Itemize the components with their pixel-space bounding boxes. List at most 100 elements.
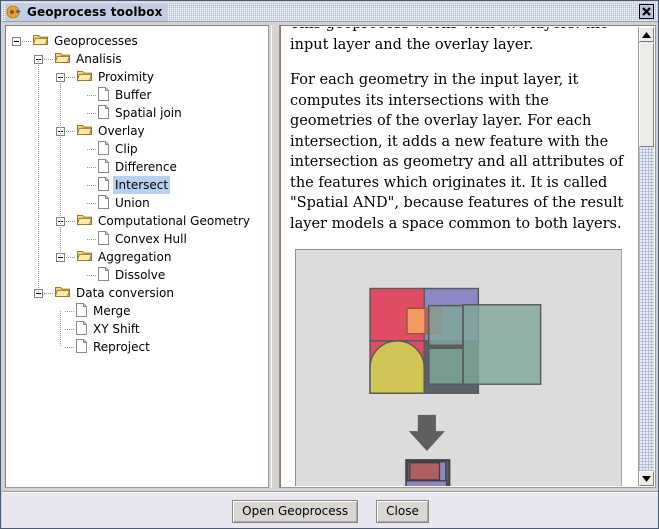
- folder-icon: [76, 213, 93, 229]
- tree-node-clip[interactable]: Clip: [6, 140, 268, 158]
- tree-node-label: Aggregation: [98, 250, 172, 264]
- tree-expand-toggle[interactable]: [12, 36, 21, 46]
- tree-node-label: Buffer: [115, 88, 152, 102]
- tree-node-difference[interactable]: Difference: [6, 158, 268, 176]
- tree-node-label: Dissolve: [115, 268, 166, 282]
- panel-splitter[interactable]: [271, 25, 280, 488]
- close-icon: [641, 6, 652, 17]
- result-red: [409, 462, 441, 481]
- document-icon: [98, 104, 109, 122]
- tree-guide-line: [65, 328, 75, 330]
- window-titlebar[interactable]: Geoprocess toolbox: [2, 2, 658, 22]
- yellow-quadrant: [369, 340, 425, 394]
- close-button[interactable]: Close: [376, 499, 429, 523]
- folder-icon: [54, 51, 71, 67]
- tree-guide-line: [66, 130, 76, 132]
- tree-guide-line: [60, 311, 61, 347]
- tree-node-convex-hull[interactable]: Convex Hull: [6, 230, 268, 248]
- tree-node-intersect[interactable]: Intersect: [6, 176, 268, 194]
- tree-guide-line: [65, 310, 75, 312]
- tree-node-computational-geometry[interactable]: Computational Geometry: [6, 212, 268, 230]
- intersect-diagram-svg: [369, 287, 542, 486]
- description-scroll-area[interactable]: This geoprocess works with two layers: t…: [282, 27, 638, 486]
- document-icon: [98, 158, 109, 176]
- document-icon: [98, 194, 109, 212]
- description-paragraph-1: This geoprocess works with two layers: t…: [290, 27, 608, 53]
- folder-icon: [32, 33, 49, 49]
- folder-icon: [54, 285, 71, 301]
- tree-guide-line: [44, 292, 54, 294]
- tree-node-xy-shift[interactable]: XY Shift: [6, 320, 268, 338]
- tree-node-dissolve[interactable]: Dissolve: [6, 266, 268, 284]
- tree-node-buffer[interactable]: Buffer: [6, 86, 268, 104]
- overlay-rect-top: [427, 304, 464, 347]
- tree-node-label: Proximity: [98, 70, 154, 84]
- folder-icon: [76, 249, 93, 265]
- tree-node-label: Merge: [93, 304, 131, 318]
- tree-node-label: Overlay: [98, 124, 145, 138]
- result-purple: [405, 480, 448, 486]
- description-vertical-scrollbar[interactable]: [638, 27, 654, 486]
- tree-node-analisis[interactable]: Analisis: [6, 50, 268, 68]
- overlay-layer: [427, 304, 542, 385]
- folder-icon: [76, 69, 93, 85]
- scrollbar-up-button[interactable]: [639, 27, 654, 42]
- geoprocess-toolbox-window: Geoprocess toolbox Geoprocesses Analisis P…: [0, 0, 659, 529]
- tree-node-spatial-join[interactable]: Spatial join: [6, 104, 268, 122]
- titlebar-label-group: Geoprocess toolbox: [6, 2, 169, 21]
- tree-guide-line: [87, 184, 97, 186]
- down-arrow-icon: [408, 414, 445, 451]
- geoprocess-tree[interactable]: Geoprocesses Analisis Proximity Buffer Spati…: [6, 26, 268, 356]
- tree-node-data-conversion[interactable]: Data conversion: [6, 284, 268, 302]
- tree-node-geoprocesses[interactable]: Geoprocesses: [6, 32, 268, 50]
- geoprocess-description-panel: This geoprocess works with two layers: t…: [280, 25, 656, 488]
- tree-guide-line: [22, 40, 32, 42]
- tree-guide-line: [87, 202, 97, 204]
- tree-node-overlay[interactable]: Overlay: [6, 122, 268, 140]
- document-icon: [76, 302, 87, 320]
- tree-node-label: Data conversion: [76, 286, 174, 300]
- folder-icon: [76, 123, 93, 139]
- tree-guide-line: [87, 112, 97, 114]
- window-title: Geoprocess toolbox: [27, 4, 163, 19]
- close-window-button[interactable]: [639, 4, 654, 19]
- tree-node-label: Intersect: [113, 176, 171, 194]
- description-paragraph-2: For each geometry in the input layer, it…: [290, 72, 624, 232]
- tree-node-label: Reproject: [93, 340, 150, 354]
- triangle-up-icon: [642, 31, 651, 38]
- overlay-rect-bottom: [427, 347, 464, 385]
- tree-node-label: Spatial join: [115, 106, 182, 120]
- scrollbar-down-button[interactable]: [639, 471, 654, 486]
- tree-node-label: Convex Hull: [115, 232, 187, 246]
- tree-node-reproject[interactable]: Reproject: [6, 338, 268, 356]
- scrollbar-thumb[interactable]: [639, 43, 654, 147]
- tree-guide-line: [87, 148, 97, 150]
- tree-guide-line: [87, 238, 97, 240]
- geoprocess-tree-panel[interactable]: Geoprocesses Analisis Proximity Buffer Spati…: [5, 25, 269, 488]
- tree-node-union[interactable]: Union: [6, 194, 268, 212]
- document-icon: [98, 266, 109, 284]
- document-icon: [98, 140, 109, 158]
- geoprocess-globe-icon: [6, 4, 22, 20]
- tree-guide-line: [60, 77, 61, 257]
- tree-guide-line: [66, 256, 76, 258]
- tree-node-label: Union: [115, 196, 150, 210]
- tree-node-label: Clip: [115, 142, 138, 156]
- tree-node-proximity[interactable]: Proximity: [6, 68, 268, 86]
- document-icon: [76, 338, 87, 356]
- open-geoprocess-button[interactable]: Open Geoprocess: [232, 499, 359, 523]
- tree-guide-line: [44, 58, 54, 60]
- document-icon: [98, 176, 109, 194]
- triangle-down-icon: [642, 475, 651, 482]
- document-icon: [98, 86, 109, 104]
- tree-node-label: Geoprocesses: [54, 34, 138, 48]
- intersect-diagram: [295, 249, 622, 486]
- tree-node-label: Computational Geometry: [98, 214, 251, 228]
- tree-node-aggregation[interactable]: Aggregation: [6, 248, 268, 266]
- tree-node-merge[interactable]: Merge: [6, 302, 268, 320]
- tree-guide-line: [87, 274, 97, 276]
- tree-guide-line: [87, 94, 97, 96]
- tree-node-label: Difference: [115, 160, 177, 174]
- tree-guide-line: [66, 76, 76, 78]
- tree-guide-line: [65, 346, 75, 348]
